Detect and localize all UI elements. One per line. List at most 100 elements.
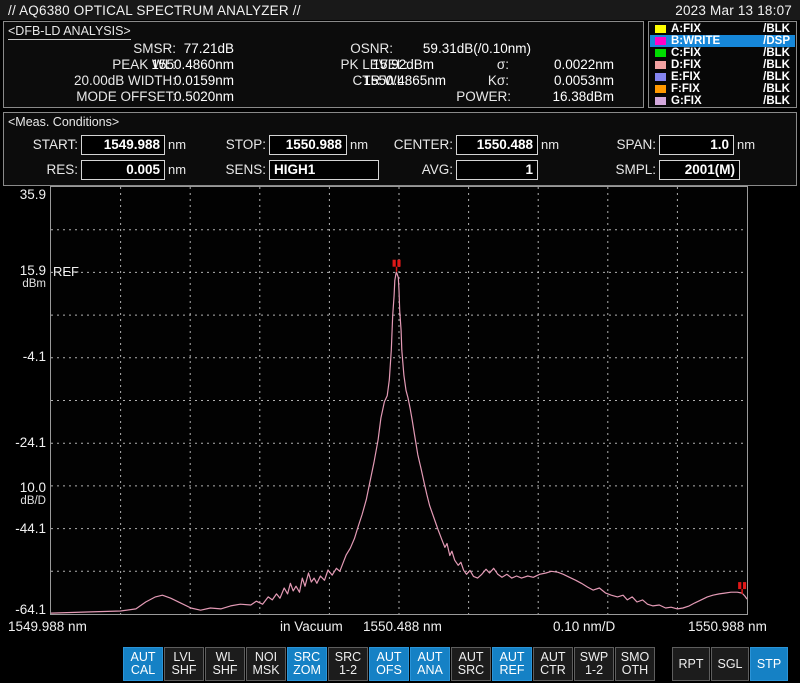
trace-row-f[interactable]: F:FIX /BLK [650, 83, 795, 95]
mode-offset-value: 0.5020nm [114, 89, 234, 105]
span-label: SPAN: [574, 135, 656, 155]
softkey-wl-shf[interactable]: WLSHF [205, 647, 245, 681]
softkey-toolbar: AUTCAL LVLSHF WLSHF NOIMSK SRCZOM SRC1-2… [0, 647, 800, 683]
trace-legend: A:FIX /BLK B:WRITE /DSP C:FIX /BLK D:FIX… [648, 21, 797, 108]
softkey-aut-ana[interactable]: AUTANA [410, 647, 450, 681]
trace-d-color-swatch [655, 61, 666, 69]
trace-a-color-swatch [655, 25, 666, 33]
meas-conditions-panel: <Meas. Conditions> START: 1549.988 nm ST… [3, 112, 797, 186]
trace-row-c[interactable]: C:FIX /BLK [650, 47, 795, 59]
trace-c-color-swatch [655, 49, 666, 57]
ctr-wl-value: 1550.4865nm [334, 73, 446, 89]
y-tick-ref: 15.9 [0, 263, 46, 278]
smpl-field[interactable]: 2001(M) [659, 160, 740, 180]
sgl-button[interactable]: SGL [711, 647, 749, 681]
trace-f-name: F:FIX [671, 83, 700, 95]
trace-b-status: /DSP [763, 35, 790, 47]
span-unit: nm [737, 135, 755, 155]
avg-label: AVG: [364, 160, 453, 180]
trace-e-color-swatch [655, 73, 666, 81]
trace-c-status: /BLK [763, 47, 790, 59]
meas-panel-title: <Meas. Conditions> [8, 115, 119, 129]
softkey-smo-oth[interactable]: SMOOTH [615, 647, 655, 681]
y-tick-top: 35.9 [0, 187, 46, 202]
rpt-button[interactable]: RPT [672, 647, 710, 681]
trace-row-e[interactable]: E:FIX /BLK [650, 71, 795, 83]
trace-g-status: /BLK [763, 95, 790, 107]
ref-line-label: REF [53, 264, 79, 279]
x-tick-center: 1550.488 nm [363, 619, 442, 634]
trace-row-d[interactable]: D:FIX /BLK [650, 59, 795, 71]
osnr-label: OSNR: [254, 41, 393, 57]
peak-wl-value: 1550.4860nm [114, 57, 234, 73]
x-tick-start: 1549.988 nm [8, 619, 87, 634]
softkey-group: AUTCAL LVLSHF WLSHF NOIMSK SRCZOM SRC1-2… [123, 647, 655, 681]
res-field[interactable]: 0.005 [81, 160, 165, 180]
trace-b-name: B:WRITE [671, 35, 720, 47]
run-key-group: RPT SGL STP [672, 647, 788, 681]
softkey-src-zom[interactable]: SRCZOM [287, 647, 327, 681]
trace-g-color-swatch [655, 97, 666, 105]
trace-a-name: A:FIX [671, 23, 701, 35]
trace-g-name: G:FIX [671, 95, 702, 107]
osnr-value: 59.31dB(/0.10nm) [401, 41, 531, 57]
clock: 2023 Mar 13 18:07 [675, 3, 792, 18]
trace-svg [51, 187, 747, 614]
trace-a-status: /BLK [763, 23, 790, 35]
trace-row-g[interactable]: G:FIX /BLK [650, 95, 795, 107]
ksigma-value: 0.0053nm [524, 73, 614, 89]
y-tick-2: -4.1 [0, 349, 46, 364]
y-tick-4: -44.1 [0, 521, 46, 536]
x-tick-stop: 1550.988 nm [688, 619, 767, 634]
center-field[interactable]: 1550.488 [456, 135, 538, 155]
spectrum-plot[interactable] [50, 186, 748, 615]
stp-button[interactable]: STP [750, 647, 788, 681]
sens-label: SENS: [184, 160, 266, 180]
power-value: 16.38dBm [524, 89, 614, 105]
stop-field[interactable]: 1550.988 [269, 135, 347, 155]
trace-row-b[interactable]: B:WRITE /DSP [650, 35, 795, 47]
width-20db-value: 0.0159nm [114, 73, 234, 89]
y-scale-value: 10.0 [0, 480, 46, 495]
trace-f-status: /BLK [763, 83, 790, 95]
y-tick-bottom: -64.1 [0, 602, 46, 617]
softkey-src-1-2[interactable]: SRC1-2 [328, 647, 368, 681]
dfb-ld-analysis-panel: <DFB-LD ANALYSIS> SMSR: 77.21dB PEAK WL:… [3, 21, 644, 108]
vacuum-label: in Vacuum [280, 619, 343, 634]
softkey-swp-1-2[interactable]: SWP1-2 [574, 647, 614, 681]
start-label: START: [4, 135, 78, 155]
x-scale-label: 0.10 nm/D [553, 619, 615, 634]
app-title: // AQ6380 OPTICAL SPECTRUM ANALYZER // [8, 3, 301, 18]
trace-e-status: /BLK [763, 71, 790, 83]
analysis-panel-title: <DFB-LD ANALYSIS> [8, 24, 131, 40]
softkey-aut-src[interactable]: AUTSRC [451, 647, 491, 681]
center-unit: nm [541, 135, 559, 155]
softkey-aut-ref[interactable]: AUTREF [492, 647, 532, 681]
softkey-aut-ofs[interactable]: AUTOFS [369, 647, 409, 681]
res-label: RES: [4, 160, 78, 180]
power-label: POWER: [444, 89, 511, 105]
spectrum-chart-area: 35.9 15.9 dBm -4.1 -24.1 10.0 dB/D -44.1… [0, 186, 800, 642]
trace-c-name: C:FIX [671, 47, 701, 59]
y-scale-unit: dB/D [0, 495, 46, 507]
trace-f-color-swatch [655, 85, 666, 93]
trace-e-name: E:FIX [671, 71, 700, 83]
title-bar: // AQ6380 OPTICAL SPECTRUM ANALYZER // 2… [0, 0, 800, 20]
softkey-aut-ctr[interactable]: AUTCTR [533, 647, 573, 681]
span-field[interactable]: 1.0 [659, 135, 734, 155]
softkey-noi-msk[interactable]: NOIMSK [246, 647, 286, 681]
y-tick-3: -24.1 [0, 435, 46, 450]
trace-d-status: /BLK [763, 59, 790, 71]
pk-level-value: 15.92dBm [334, 57, 434, 73]
center-label: CENTER: [364, 135, 453, 155]
smsr-value: 77.21dB [114, 41, 234, 57]
trace-row-a[interactable]: A:FIX /BLK [650, 23, 795, 35]
softkey-lvl-shf[interactable]: LVLSHF [164, 647, 204, 681]
avg-field[interactable]: 1 [456, 160, 538, 180]
sens-field[interactable]: HIGH1 [269, 160, 379, 180]
sigma-label: σ: [444, 57, 509, 73]
y-ref-unit: dBm [0, 278, 46, 290]
start-field[interactable]: 1549.988 [81, 135, 165, 155]
softkey-aut-cal[interactable]: AUTCAL [123, 647, 163, 681]
trace-d-name: D:FIX [671, 59, 701, 71]
